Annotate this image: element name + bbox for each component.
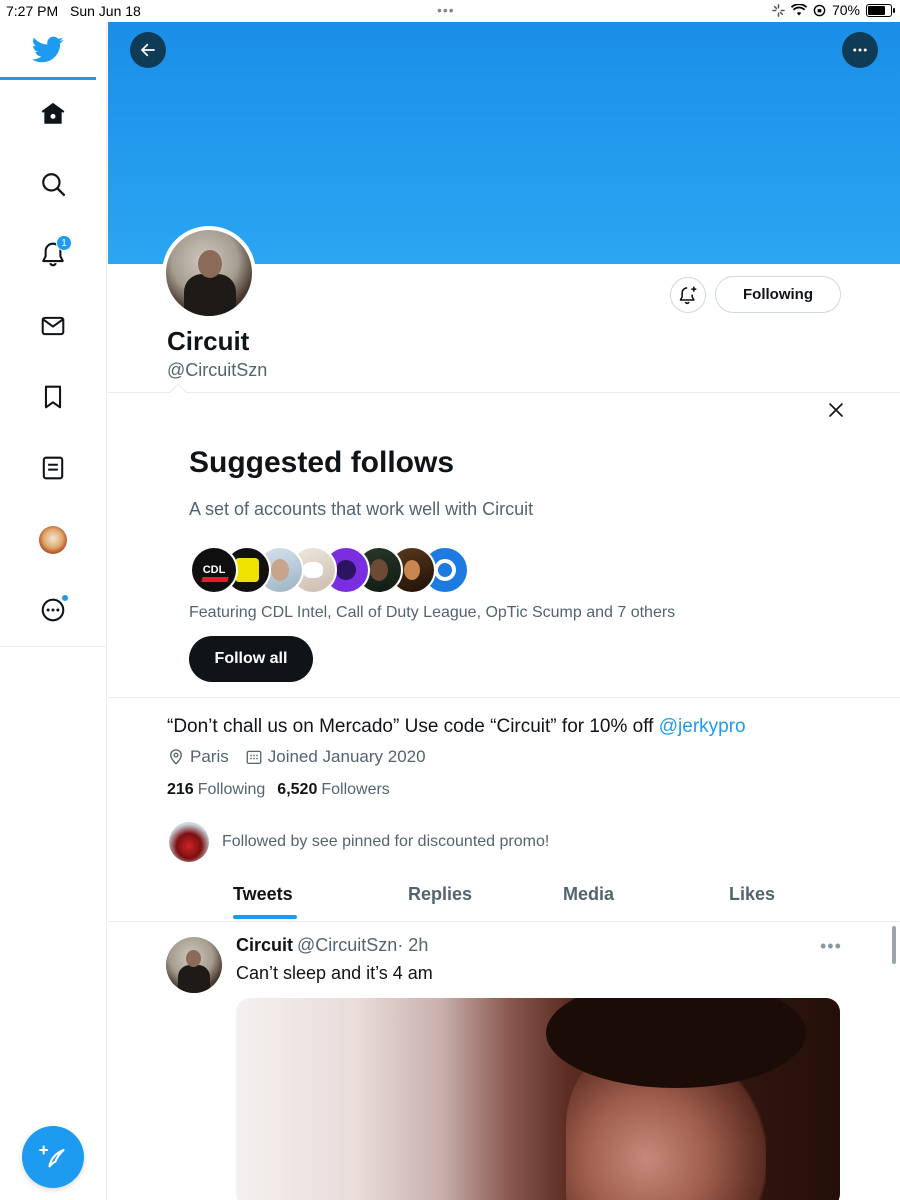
status-bar: 7:27 PM Sun Jun 18 ••• 70% xyxy=(0,0,900,22)
orientation-lock-icon xyxy=(813,4,826,16)
ellipsis-icon xyxy=(853,48,867,52)
wifi-icon xyxy=(790,4,807,16)
sidebar-item-search[interactable] xyxy=(36,167,70,201)
suggested-avatars[interactable]: CDL xyxy=(190,546,470,594)
followers-count: 6,520 xyxy=(277,781,318,798)
battery-icon xyxy=(866,3,895,17)
sidebar-item-profile[interactable] xyxy=(36,523,70,557)
following-count-link[interactable]: 216 Following xyxy=(167,781,265,799)
feather-plus-icon xyxy=(39,1145,65,1168)
profile-handle: @CircuitSzn xyxy=(167,360,268,380)
location-item: Paris xyxy=(167,747,229,767)
battery-percent: 70% xyxy=(831,2,860,18)
status-date: Sun Jun 18 xyxy=(70,3,141,19)
active-tab-indicator xyxy=(233,915,297,919)
sidebar-item-more[interactable] xyxy=(36,593,70,627)
suggested-avatar: CDL xyxy=(190,546,238,594)
mail-icon xyxy=(41,316,65,336)
profile-tabs: Tweets Replies Media Likes xyxy=(108,870,900,922)
lists-icon xyxy=(42,456,64,480)
joined-text: Joined January 2020 xyxy=(267,747,426,766)
bell-plus-icon xyxy=(679,286,697,305)
search-icon xyxy=(42,173,66,197)
tweet-author-handle[interactable]: @CircuitSzn xyxy=(297,935,397,955)
followed-by-avatar xyxy=(169,822,209,862)
unread-dot xyxy=(61,594,69,602)
profile-main: Following Circuit @CircuitSzn Suggested … xyxy=(108,22,900,1200)
scrollbar[interactable] xyxy=(892,926,896,964)
sidebar-item-notifications[interactable]: 1 xyxy=(36,235,72,271)
profile-bio: “Don’t chall us on Mercado” Use code “Ci… xyxy=(167,716,746,738)
tab-media[interactable]: Media xyxy=(563,884,614,905)
sidebar-divider xyxy=(0,646,107,647)
follow-all-button[interactable]: Follow all xyxy=(189,636,313,682)
status-indicators: 70% xyxy=(772,2,895,18)
loading-icon xyxy=(772,3,785,17)
following-button[interactable]: Following xyxy=(715,276,841,313)
sidebar-nav: 1 xyxy=(0,22,107,1200)
arrow-left-icon xyxy=(141,43,155,57)
suggested-featuring-text: Featuring CDL Intel, Call of Duty League… xyxy=(189,604,676,621)
profile-meta: Paris Joined January 2020 xyxy=(167,747,442,767)
home-icon xyxy=(41,102,65,124)
tab-tweets[interactable]: Tweets xyxy=(233,884,293,905)
tweet-time: · 2h xyxy=(397,935,429,955)
tweet-media-image[interactable] xyxy=(236,998,840,1200)
suggested-avatar-label: CDL xyxy=(202,564,226,576)
tweet-avatar[interactable] xyxy=(166,937,222,993)
calendar-icon xyxy=(246,750,262,765)
suggested-follows-title: Suggested follows xyxy=(189,446,455,479)
tweet-header: Circuit @CircuitSzn· 2h xyxy=(236,935,428,956)
follow-counts: 216 Following 6,520 Followers xyxy=(167,781,402,799)
status-time: 7:27 PM xyxy=(6,3,59,19)
sidebar-item-home[interactable] xyxy=(36,97,70,131)
location-text: Paris xyxy=(190,747,229,766)
suggested-follows-subtitle: A set of accounts that work well with Ci… xyxy=(189,499,534,519)
dismiss-suggestions-button[interactable] xyxy=(824,398,848,422)
followed-by-text: Followed by see pinned for discounted pr… xyxy=(222,833,550,850)
sidebar-item-bookmarks[interactable] xyxy=(36,380,70,414)
back-button[interactable] xyxy=(130,32,166,68)
compose-tweet-button[interactable] xyxy=(22,1126,84,1188)
following-count: 216 xyxy=(167,781,194,798)
following-label: Following xyxy=(197,781,266,798)
profile-avatar-large[interactable] xyxy=(162,226,256,320)
followers-count-link[interactable]: 6,520 Followers xyxy=(277,781,390,799)
sidebar-item-twitter-logo[interactable] xyxy=(0,22,96,80)
profile-name: Circuit xyxy=(167,326,250,356)
followers-label: Followers xyxy=(321,781,390,798)
tweet-more-button[interactable]: ••• xyxy=(820,936,842,957)
multitasking-dots-icon[interactable]: ••• xyxy=(437,2,455,18)
followed-by-row[interactable]: Followed by see pinned for discounted pr… xyxy=(169,822,549,862)
close-icon xyxy=(829,403,843,417)
profile-avatar xyxy=(39,526,67,554)
twitter-bird-icon xyxy=(32,36,64,62)
sidebar-item-lists[interactable] xyxy=(36,451,70,485)
bookmark-icon xyxy=(44,385,62,409)
notify-button[interactable] xyxy=(670,277,706,313)
profile-more-button[interactable] xyxy=(842,32,878,68)
sidebar-item-messages[interactable] xyxy=(36,309,70,343)
tweet-author-name[interactable]: Circuit xyxy=(236,935,293,955)
profile-banner xyxy=(108,22,900,264)
tab-likes[interactable]: Likes xyxy=(729,884,775,905)
notification-badge: 1 xyxy=(56,235,72,251)
joined-item: Joined January 2020 xyxy=(245,747,426,767)
bio-mention-link[interactable]: @jerkypro xyxy=(659,716,746,737)
tweet-text: Can’t sleep and it’s 4 am xyxy=(236,963,433,983)
location-pin-icon xyxy=(170,749,182,765)
tab-replies[interactable]: Replies xyxy=(408,884,472,905)
bio-text: “Don’t chall us on Mercado” Use code “Ci… xyxy=(167,716,659,737)
